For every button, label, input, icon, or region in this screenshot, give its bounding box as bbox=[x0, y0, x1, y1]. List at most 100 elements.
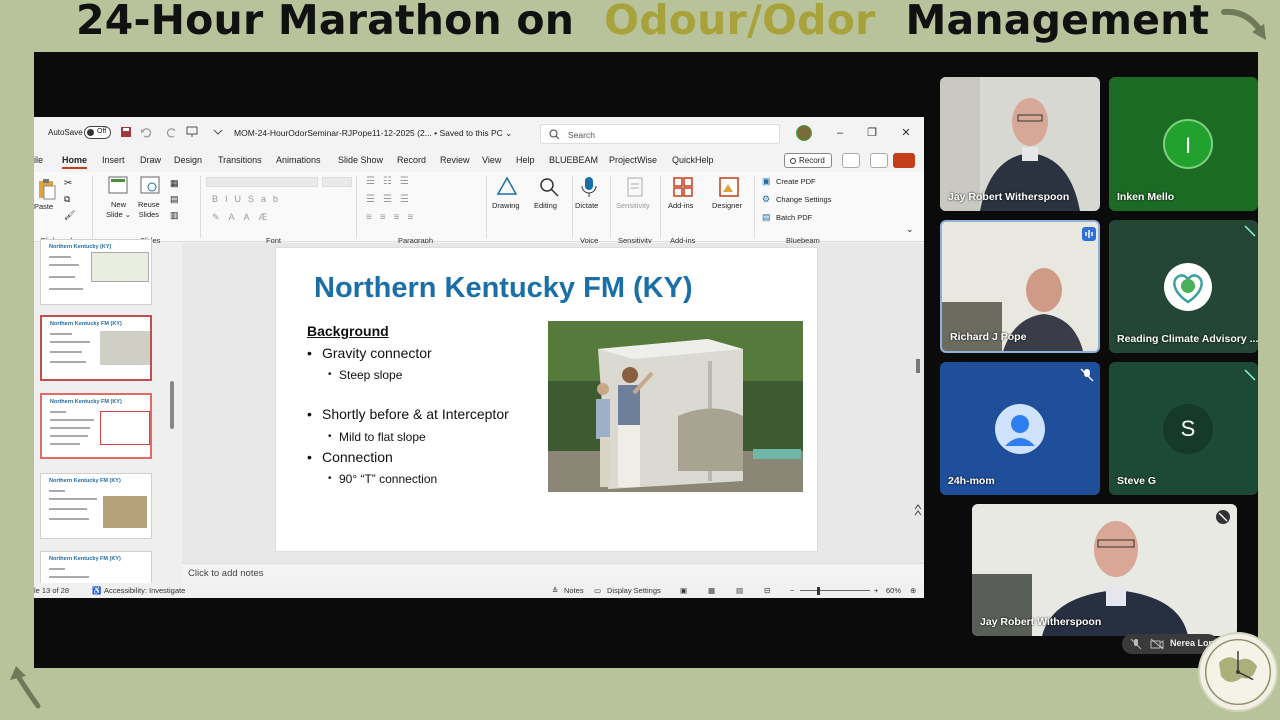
create-pdf-icon[interactable]: ▣ bbox=[762, 176, 771, 187]
fit-slide-icon[interactable]: ⊕ bbox=[910, 586, 916, 595]
thumbnails-scrollbar[interactable] bbox=[170, 245, 174, 575]
restore-icon[interactable]: ❐ bbox=[864, 125, 880, 141]
participant-tile[interactable]: 24h-mom bbox=[940, 362, 1100, 495]
slide-thumbnail[interactable]: Northern Kentucky (KY) bbox=[40, 239, 152, 305]
zoom-slider-thumb[interactable] bbox=[817, 587, 820, 595]
save-icon[interactable] bbox=[120, 126, 132, 138]
paste-icon[interactable] bbox=[36, 178, 58, 200]
tab-design[interactable]: Design bbox=[174, 155, 202, 165]
tab-file[interactable]: ile bbox=[34, 155, 43, 165]
tab-quickhelp[interactable]: QuickHelp bbox=[672, 155, 714, 165]
normal-view-icon[interactable]: ▣ bbox=[680, 586, 687, 595]
display-settings-icon[interactable]: ▭ bbox=[594, 586, 601, 595]
font-name-select[interactable] bbox=[206, 177, 318, 187]
participant-tile[interactable]: Reading Climate Advisory ... bbox=[1109, 220, 1258, 353]
indent-icons[interactable]: ☰☰☰ bbox=[366, 194, 417, 205]
tab-home[interactable]: Home bbox=[62, 155, 88, 169]
present-teams-icon[interactable] bbox=[842, 153, 860, 168]
zoom-slider[interactable] bbox=[800, 590, 870, 591]
zoom-in-icon[interactable]: + bbox=[874, 586, 878, 595]
slide-thumbnail[interactable]: Northern Kentucky FM (KY) bbox=[40, 473, 152, 539]
search-input[interactable]: Search bbox=[540, 124, 780, 144]
format-painter-icon[interactable]: 🖌 bbox=[64, 210, 75, 221]
redo-icon[interactable] bbox=[166, 126, 178, 138]
reuse-slides-icon[interactable] bbox=[140, 176, 160, 194]
align-icons[interactable]: ≡≡≡≡ bbox=[366, 212, 421, 223]
document-title[interactable]: MOM-24-HourOdorSeminar-RJPope11-12-2025 … bbox=[234, 128, 512, 139]
notes-pane[interactable]: Click to add notes bbox=[182, 563, 924, 583]
new-slide-icon[interactable] bbox=[108, 176, 128, 194]
tab-review[interactable]: Review bbox=[440, 155, 470, 165]
list-icons[interactable]: ☰☷☰ bbox=[366, 176, 417, 187]
thumbnail-chart-image bbox=[91, 252, 149, 282]
editing-icon[interactable] bbox=[538, 176, 560, 198]
minimize-icon[interactable]: – bbox=[832, 125, 848, 141]
record-button[interactable]: Record bbox=[784, 153, 832, 168]
cut-icon[interactable]: ✂ bbox=[64, 178, 72, 189]
tab-transitions[interactable]: Transitions bbox=[218, 155, 262, 165]
customize-qat-icon[interactable] bbox=[212, 126, 224, 138]
font-color-icons[interactable]: ✎AAÆ bbox=[212, 212, 277, 223]
reading-view-icon[interactable]: ▤ bbox=[736, 586, 743, 595]
section-icon[interactable]: ▥ bbox=[170, 210, 179, 221]
title-bar: AutoSave Off MOM-24-HourOdorSeminar-RJPo… bbox=[34, 117, 924, 149]
reset-icon[interactable]: ▤ bbox=[170, 194, 179, 205]
notes-icon[interactable]: ≙ bbox=[552, 586, 558, 595]
current-slide[interactable]: Northern Kentucky FM (KY) Background Gra… bbox=[275, 247, 818, 552]
scrollbar-thumb[interactable] bbox=[170, 381, 174, 429]
display-settings-button[interactable]: Display Settings bbox=[607, 586, 661, 595]
tab-record[interactable]: Record bbox=[397, 155, 426, 165]
tab-draw[interactable]: Draw bbox=[140, 155, 161, 165]
participant-tile-active-speaker[interactable]: Richard J Pope bbox=[940, 220, 1100, 353]
participant-tile[interactable]: Jay Robert Witherspoon bbox=[940, 77, 1100, 211]
designer-icon[interactable] bbox=[718, 176, 740, 198]
accessibility-icon[interactable]: ♿ bbox=[92, 586, 101, 595]
tab-insert[interactable]: Insert bbox=[102, 155, 125, 165]
accessibility-status[interactable]: Accessibility: Investigate bbox=[104, 586, 185, 595]
batch-pdf-label[interactable]: Batch PDF bbox=[776, 213, 812, 222]
tab-bluebeam[interactable]: BLUEBEAM bbox=[549, 155, 598, 165]
change-settings-label[interactable]: Change Settings bbox=[776, 195, 831, 204]
microphone-icon[interactable] bbox=[580, 176, 598, 198]
tab-help[interactable]: Help bbox=[516, 155, 535, 165]
drawing-icon[interactable] bbox=[496, 176, 518, 198]
tab-slide-show[interactable]: Slide Show bbox=[338, 155, 383, 165]
autosave-toggle[interactable]: Off bbox=[84, 126, 111, 139]
tab-projectwise[interactable]: ProjectWise bbox=[609, 155, 657, 165]
account-avatar[interactable] bbox=[796, 125, 812, 141]
zoom-out-icon[interactable]: − bbox=[790, 586, 794, 595]
slide-sub-bullet: Mild to flat slope bbox=[328, 430, 426, 444]
create-pdf-label[interactable]: Create PDF bbox=[776, 177, 816, 186]
drawing-label: Drawing bbox=[492, 201, 520, 210]
font-format-icons[interactable]: BIUSab bbox=[212, 194, 285, 204]
tab-view[interactable]: View bbox=[482, 155, 501, 165]
sensitivity-icon[interactable] bbox=[626, 176, 644, 198]
participant-tile[interactable]: S Steve G bbox=[1109, 362, 1258, 495]
comments-icon[interactable] bbox=[870, 153, 888, 168]
ribbon-separator bbox=[610, 176, 611, 238]
tab-animations[interactable]: Animations bbox=[276, 155, 321, 165]
change-settings-icon[interactable]: ⚙ bbox=[762, 194, 770, 205]
font-size-select[interactable] bbox=[322, 177, 352, 187]
thumbnail-text-line bbox=[50, 333, 72, 335]
share-button[interactable] bbox=[893, 153, 915, 168]
slideshow-icon[interactable]: ⊟ bbox=[764, 586, 770, 595]
slide-thumbnail[interactable]: Northern Kentucky FM (KY) bbox=[40, 315, 152, 381]
copy-icon[interactable]: ⧉ bbox=[64, 194, 70, 205]
collapse-ribbon-icon[interactable]: ⌄ bbox=[906, 224, 914, 235]
zoom-level[interactable]: 60% bbox=[886, 586, 901, 595]
close-icon[interactable]: ✕ bbox=[898, 125, 914, 141]
undo-icon[interactable] bbox=[140, 126, 152, 138]
present-icon[interactable] bbox=[186, 126, 198, 138]
batch-pdf-icon[interactable]: ▤ bbox=[762, 212, 771, 223]
participant-tile-spotlight[interactable]: Jay Robert Witherspoon bbox=[972, 504, 1237, 636]
canvas-scrollbar[interactable] bbox=[914, 243, 922, 563]
thumbnail-text-line bbox=[49, 498, 97, 500]
layout-icon[interactable]: ▦ bbox=[170, 178, 179, 189]
notes-button[interactable]: Notes bbox=[564, 586, 584, 595]
slide-sorter-icon[interactable]: ▦ bbox=[708, 586, 715, 595]
participant-tile[interactable]: I Inken Mello bbox=[1109, 77, 1258, 211]
slide-thumbnail[interactable]: Northern Kentucky FM (KY) bbox=[40, 393, 152, 459]
add-ins-icon[interactable] bbox=[672, 176, 694, 198]
thumbnail-text-line bbox=[50, 351, 82, 353]
